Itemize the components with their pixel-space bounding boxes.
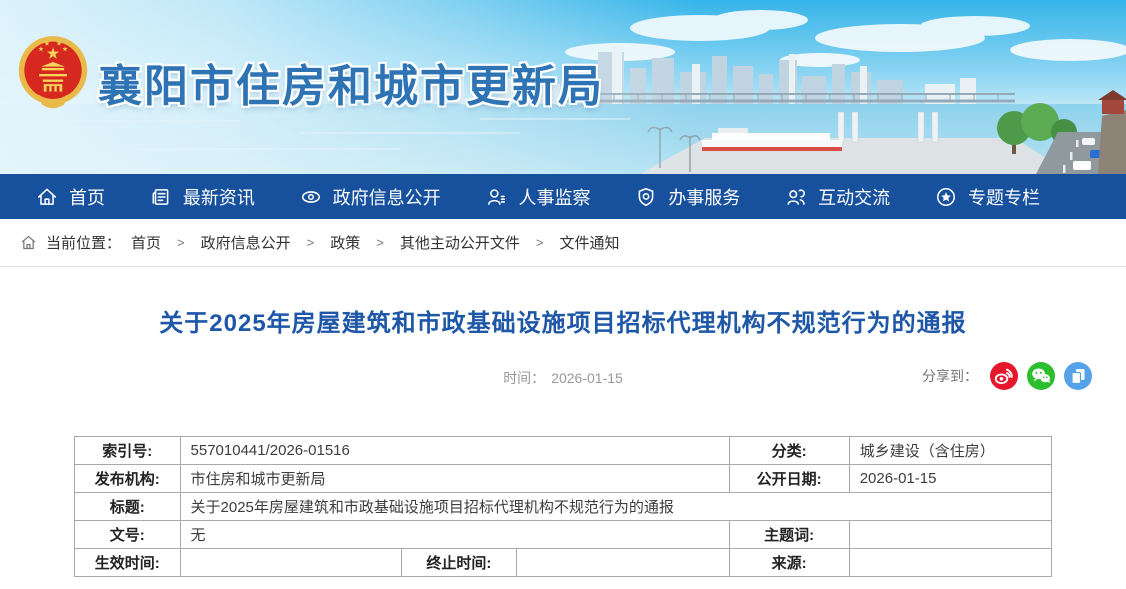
table-row: 文号: 无 主题词: xyxy=(75,521,1052,549)
meta-value-category: 城乡建设（含住房） xyxy=(849,437,1051,465)
person-icon xyxy=(485,186,507,208)
nav-item-services[interactable]: 办事服务 xyxy=(635,184,740,210)
nav-item-label: 专题专栏 xyxy=(968,184,1040,210)
meta-value-doc-no: 无 xyxy=(180,521,729,549)
nav-item-label: 首页 xyxy=(69,184,105,210)
table-row: 索引号: 557010441/2026-01516 分类: 城乡建设（含住房） xyxy=(75,437,1052,465)
share-bar: 分享到： xyxy=(922,362,1092,390)
nav-item-gov-info[interactable]: 政府信息公开 xyxy=(300,184,441,210)
eye-icon xyxy=(300,186,322,208)
meta-value-publisher: 市住房和城市更新局 xyxy=(180,465,729,493)
breadcrumb-separator: > xyxy=(177,235,185,250)
nav-item-label: 办事服务 xyxy=(668,184,740,210)
nav-item-label: 最新资讯 xyxy=(183,184,255,210)
shield-icon xyxy=(635,186,657,208)
breadcrumb: 当前位置： 首页 > 政府信息公开 > 政策 > 其他主动公开文件 > 文件通知 xyxy=(0,219,1126,267)
meta-value-title: 关于2025年房屋建筑和市政基础设施项目招标代理机构不规范行为的通报 xyxy=(180,493,1051,521)
meta-label-title: 标题: xyxy=(75,493,181,521)
table-row: 生效时间: 终止时间: 来源: xyxy=(75,549,1052,577)
meta-label-end-date: 终止时间: xyxy=(402,549,516,577)
meta-label-category: 分类: xyxy=(729,437,849,465)
meta-label-effective-date: 生效时间: xyxy=(75,549,181,577)
meta-label-keywords: 主题词: xyxy=(729,521,849,549)
meta-label-publisher: 发布机构: xyxy=(75,465,181,493)
home-icon xyxy=(20,234,37,251)
table-row: 标题: 关于2025年房屋建筑和市政基础设施项目招标代理机构不规范行为的通报 xyxy=(75,493,1052,521)
share-label: 分享到： xyxy=(922,366,978,386)
breadcrumb-item-other-public-docs[interactable]: 其他主动公开文件 xyxy=(400,232,520,253)
nav-item-home[interactable]: 首页 xyxy=(36,184,105,210)
star-circle-icon xyxy=(935,186,957,208)
breadcrumb-item-home[interactable]: 首页 xyxy=(131,232,161,253)
meta-value-publish-date: 2026-01-15 xyxy=(849,465,1051,493)
breadcrumb-item-doc-notice[interactable]: 文件通知 xyxy=(559,232,619,253)
article-meta-row: 时间： 2026-01-15 分享到： xyxy=(0,362,1126,392)
table-row: 发布机构: 市住房和城市更新局 公开日期: 2026-01-15 xyxy=(75,465,1052,493)
breadcrumb-location-label: 当前位置： xyxy=(46,232,121,253)
breadcrumb-separator: > xyxy=(536,235,544,250)
breadcrumb-item-policy[interactable]: 政策 xyxy=(330,232,360,253)
nav-item-label: 互动交流 xyxy=(818,184,890,210)
site-banner: 襄阳市住房和城市更新局 xyxy=(0,0,1126,174)
meta-label-source: 来源: xyxy=(729,549,849,577)
news-icon xyxy=(150,186,172,208)
meta-value-keywords xyxy=(849,521,1051,549)
national-emblem-icon xyxy=(16,32,90,116)
breadcrumb-separator: > xyxy=(376,235,384,250)
meta-value-effective-date xyxy=(180,549,402,577)
people-chat-icon xyxy=(785,186,807,208)
main-nav: 首页 最新资讯 政府信息公开 人事监察 xyxy=(0,174,1126,219)
nav-item-special-columns[interactable]: 专题专栏 xyxy=(935,184,1040,210)
nav-item-personnel[interactable]: 人事监察 xyxy=(485,184,590,210)
meta-value-source xyxy=(849,549,1051,577)
weibo-share-icon[interactable] xyxy=(990,362,1018,390)
wechat-share-icon[interactable] xyxy=(1027,362,1055,390)
home-icon xyxy=(36,186,58,208)
publish-time: 时间： 2026-01-15 xyxy=(503,368,623,388)
meta-label-doc-no: 文号: xyxy=(75,521,181,549)
breadcrumb-item-gov-info[interactable]: 政府信息公开 xyxy=(201,232,291,253)
meta-value-end-date xyxy=(516,549,729,577)
nav-item-label: 政府信息公开 xyxy=(333,184,441,210)
document-meta-table: 索引号: 557010441/2026-01516 分类: 城乡建设（含住房） … xyxy=(74,436,1052,577)
nav-item-label: 人事监察 xyxy=(518,184,590,210)
meta-value-index-no: 557010441/2026-01516 xyxy=(180,437,729,465)
meta-label-index-no: 索引号: xyxy=(75,437,181,465)
breadcrumb-separator: > xyxy=(307,235,315,250)
site-title: 襄阳市住房和城市更新局 xyxy=(98,50,604,114)
copy-link-share-icon[interactable] xyxy=(1064,362,1092,390)
document-meta-section: 索引号: 557010441/2026-01516 分类: 城乡建设（含住房） … xyxy=(74,436,1052,577)
time-label: 时间： xyxy=(503,370,545,386)
nav-item-interaction[interactable]: 互动交流 xyxy=(785,184,890,210)
nav-item-news[interactable]: 最新资讯 xyxy=(150,184,255,210)
time-value: 2026-01-15 xyxy=(551,370,623,386)
article-title: 关于2025年房屋建筑和市政基础设施项目招标代理机构不规范行为的通报 xyxy=(40,303,1086,338)
meta-label-publish-date: 公开日期: xyxy=(729,465,849,493)
